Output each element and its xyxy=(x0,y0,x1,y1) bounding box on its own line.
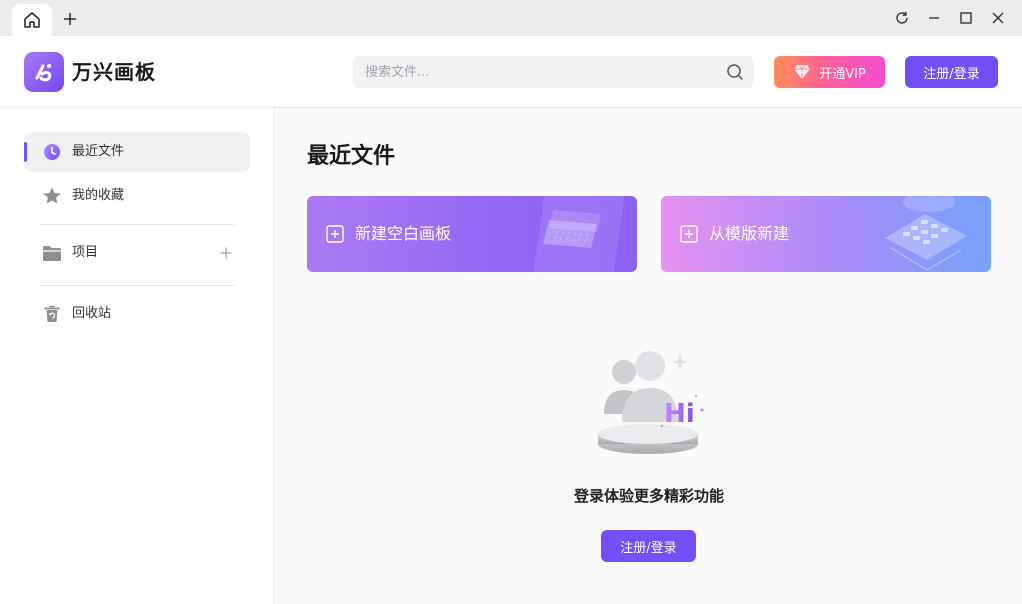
sidebar-item-recent[interactable]: 最近文件 xyxy=(24,132,250,172)
sidebar-divider xyxy=(40,224,234,225)
search-input[interactable] xyxy=(353,56,713,88)
clock-icon xyxy=(42,143,62,161)
logo-icon xyxy=(35,64,52,82)
template-decoration xyxy=(885,196,967,271)
maximize-button[interactable] xyxy=(956,8,976,28)
card-label: 新建空白画板 xyxy=(355,224,452,243)
new-tab-button[interactable] xyxy=(60,8,80,30)
login-illustration: Hi xyxy=(598,351,704,454)
refresh-icon xyxy=(896,11,908,24)
tab-bar xyxy=(0,0,1022,36)
app-header: 万兴画板 开通VIP 注册/登录 xyxy=(0,36,1022,108)
vip-label: 开通VIP xyxy=(819,66,866,82)
sidebar-item-label: 项目 xyxy=(72,245,99,260)
plus-icon xyxy=(64,13,76,25)
page-title: 最近文件 xyxy=(307,144,396,169)
vip-button[interactable]: 开通VIP xyxy=(774,56,885,88)
sidebar-divider xyxy=(40,285,234,286)
home-icon xyxy=(24,12,40,28)
sidebar-item-favorites[interactable]: 我的收藏 xyxy=(24,176,250,216)
diamond-icon xyxy=(794,64,811,79)
from-template-card[interactable]: 从模版新建 xyxy=(661,196,991,272)
plus-square-icon xyxy=(680,225,698,243)
sidebar-item-projects[interactable]: 项目 xyxy=(24,233,250,273)
app-logo xyxy=(24,52,64,92)
sidebar-item-label: 回收站 xyxy=(72,306,112,321)
sidebar: 最近文件 我的收藏 项目 回收站 xyxy=(0,108,275,604)
board-decoration xyxy=(533,196,625,272)
close-button[interactable] xyxy=(988,8,1008,28)
empty-state-message: 登录体验更多精彩功能 xyxy=(573,487,724,505)
plus-square-icon xyxy=(326,225,344,243)
minimize-icon xyxy=(929,17,939,19)
close-icon xyxy=(992,12,1004,24)
hi-text: Hi xyxy=(664,399,695,429)
search-bar[interactable] xyxy=(353,56,754,88)
trash-icon xyxy=(42,305,62,323)
main-content: 最近文件 新建空白画板 从模版新建 Hi 登录体验更多精彩功能 注册/登录 xyxy=(276,108,1022,604)
folder-icon xyxy=(42,244,62,262)
refresh-button[interactable] xyxy=(892,8,912,28)
header-login-button[interactable]: 注册/登录 xyxy=(905,56,998,88)
minimize-button[interactable] xyxy=(924,8,944,28)
empty-state-login-button[interactable]: 注册/登录 xyxy=(601,530,696,562)
sidebar-item-trash[interactable]: 回收站 xyxy=(24,294,250,334)
maximize-icon xyxy=(960,12,972,24)
add-project-icon[interactable] xyxy=(218,244,234,262)
search-icon[interactable] xyxy=(726,63,744,81)
new-blank-board-card[interactable]: 新建空白画板 xyxy=(307,196,637,272)
sidebar-item-label: 最近文件 xyxy=(72,144,125,159)
card-label: 从模版新建 xyxy=(709,224,790,243)
home-tab[interactable] xyxy=(12,4,52,36)
sidebar-item-label: 我的收藏 xyxy=(72,188,125,203)
star-icon xyxy=(42,187,62,205)
app-name: 万兴画板 xyxy=(72,60,156,84)
active-indicator xyxy=(24,142,27,162)
